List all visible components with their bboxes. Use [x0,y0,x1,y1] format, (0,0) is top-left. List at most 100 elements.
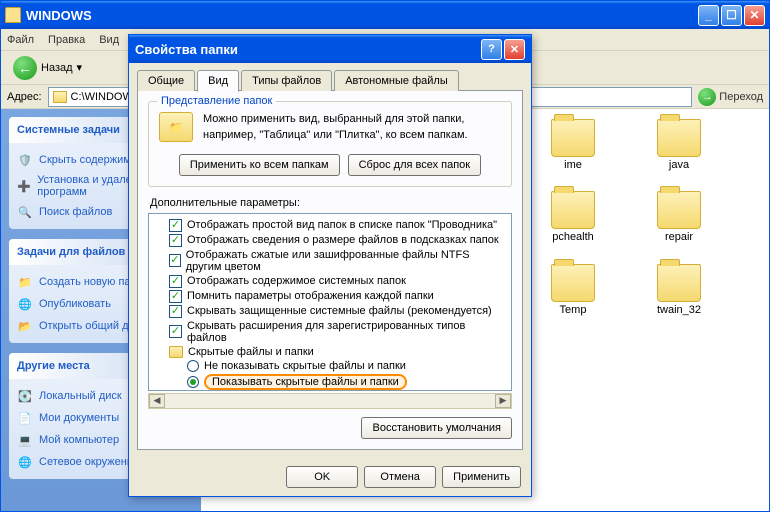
menu-view[interactable]: Вид [99,34,119,46]
item-label: Локальный диск [39,390,122,402]
dialog-close-button[interactable]: ✕ [504,39,525,60]
apply-all-folders-button[interactable]: Применить ко всем папкам [179,154,340,176]
tree-node[interactable]: ✓ Отображать содержимое системных папок [153,274,507,289]
item-icon: 🛡️ [17,152,33,168]
back-arrow-icon: ← [13,56,37,80]
titlebar[interactable]: WINDOWS _ ☐ ✕ [1,1,769,29]
horizontal-scrollbar[interactable]: ◀ ▶ [148,393,512,409]
checkbox-icon[interactable]: ✓ [169,219,182,232]
checkbox-icon[interactable]: ✓ [169,325,182,338]
tree-label: Не показывать скрытые файлы и папки [204,360,406,372]
folder-icon [657,119,701,157]
group-title: Представление папок [157,95,276,107]
folder-item[interactable]: ime [529,119,617,185]
tree-label: Отображать сведения о размере файлов в п… [187,234,499,246]
folder-icon [657,264,701,302]
item-label: Мои документы [39,412,119,424]
tab-general[interactable]: Общие [137,70,195,91]
panel-title: Системные задачи [17,124,120,136]
tree-node[interactable]: ✓ Отображать сведения о размере файлов в … [153,233,507,248]
folder-label: twain_32 [657,304,701,317]
folder-icon [551,191,595,229]
tree-node[interactable]: ✓ Отображать простой вид папок в списке п… [153,218,507,233]
folder-item[interactable]: twain_32 [635,264,723,317]
group-description: Можно применить вид, выбранный для этой … [203,112,501,144]
ok-button[interactable]: OK [286,466,358,488]
folder-item[interactable]: java [635,119,723,185]
folder-views-group: Представление папок 📁 Можно применить ви… [148,101,512,187]
tree-node[interactable]: Скрытые файлы и папки [153,345,507,359]
item-label: Опубликовать [39,298,111,310]
folder-item[interactable]: repair [635,191,723,257]
item-icon: 🌐 [17,296,33,312]
item-label: Мой компьютер [39,434,119,446]
tree-label: Отображать простой вид папок в списке па… [187,219,497,231]
tab-page-view: Представление папок 📁 Можно применить ви… [137,90,523,450]
tree-node[interactable]: ✓Скрывать защищенные системные файлы (ре… [153,304,507,319]
item-icon: ➕ [17,178,31,194]
folder-options-dialog: Свойства папки ? ✕ Общие Вид Типы файлов… [128,34,532,497]
item-icon: 💽 [17,388,33,404]
tree-node[interactable]: ✓ Помнить параметры отображения каждой па… [153,289,507,304]
item-icon: 🌐 [17,454,33,470]
scroll-left-icon[interactable]: ◀ [149,394,165,408]
apply-button[interactable]: Применить [442,466,521,488]
advanced-settings-label: Дополнительные параметры: [150,197,512,209]
maximize-button[interactable]: ☐ [721,5,742,26]
dialog-footer: OK Отмена Применить [129,458,531,496]
go-arrow-icon: → [698,88,716,106]
back-button[interactable]: ← Назад ▾ [7,54,88,82]
tree-node[interactable]: ✓ Скрывать расширения для зарегистрирован… [153,319,507,345]
checkbox-icon[interactable]: ✓ [169,254,181,267]
item-icon: 🔍 [17,204,33,220]
tab-strip: Общие Вид Типы файлов Автономные файлы [129,63,531,90]
chevron-down-icon: ▾ [77,61,83,74]
dialog-titlebar[interactable]: Свойства папки ? ✕ [129,35,531,63]
help-button[interactable]: ? [481,39,502,60]
folder-item[interactable]: Temp [529,264,617,317]
dialog-title: Свойства папки [135,42,481,57]
item-icon: 💻 [17,432,33,448]
tab-file-types[interactable]: Типы файлов [241,70,332,91]
panel-title: Задачи для файлов [17,246,125,258]
menu-file[interactable]: Файл [7,34,34,46]
back-label: Назад [41,62,73,74]
tree-node[interactable]: Не показывать скрытые файлы и папки [153,359,507,373]
folder-label: repair [665,231,693,244]
restore-defaults-button[interactable]: Восстановить умолчания [361,417,512,439]
tab-view[interactable]: Вид [197,70,239,92]
folder-icon [169,346,183,358]
folder-icon [53,91,67,103]
reset-all-folders-button[interactable]: Сброс для всех папок [348,154,482,176]
tab-offline-files[interactable]: Автономные файлы [334,70,459,91]
folder-label: ime [564,159,582,172]
radio-icon[interactable] [187,360,199,372]
item-label: Поиск файлов [39,206,112,218]
folder-label: java [669,159,689,172]
menu-edit[interactable]: Правка [48,34,85,46]
tree-label: Скрывать расширения для зарегистрированн… [187,320,507,344]
item-label: Сетевое окружение [39,456,139,468]
scroll-right-icon[interactable]: ▶ [495,394,511,408]
folder-icon [657,191,701,229]
tree-label: Показывать скрытые файлы и папки [204,374,407,390]
go-button[interactable]: → Переход [698,88,763,106]
checkbox-icon[interactable]: ✓ [169,234,182,247]
cancel-button[interactable]: Отмена [364,466,436,488]
advanced-settings-tree[interactable]: ✓ Отображать простой вид папок в списке п… [148,213,512,391]
tree-label: Отображать сжатые или зашифрованные файл… [186,249,507,273]
minimize-button[interactable]: _ [698,5,719,26]
scroll-track[interactable] [165,394,495,408]
tree-node[interactable]: ✓ Отображать сжатые или зашифрованные фай… [153,248,507,274]
checkbox-icon[interactable]: ✓ [169,275,182,288]
checkbox-icon[interactable]: ✓ [169,305,182,318]
tree-label: Отображать содержимое системных папок [187,275,406,287]
tree-label: Помнить параметры отображения каждой пап… [187,290,434,302]
folder-item[interactable]: pchealth [529,191,617,257]
close-button[interactable]: ✕ [744,5,765,26]
folder-icon [551,119,595,157]
go-label: Переход [719,91,763,103]
tree-node[interactable]: Показывать скрытые файлы и папки [153,373,507,391]
checkbox-icon[interactable]: ✓ [169,290,182,303]
radio-icon[interactable] [187,376,199,388]
